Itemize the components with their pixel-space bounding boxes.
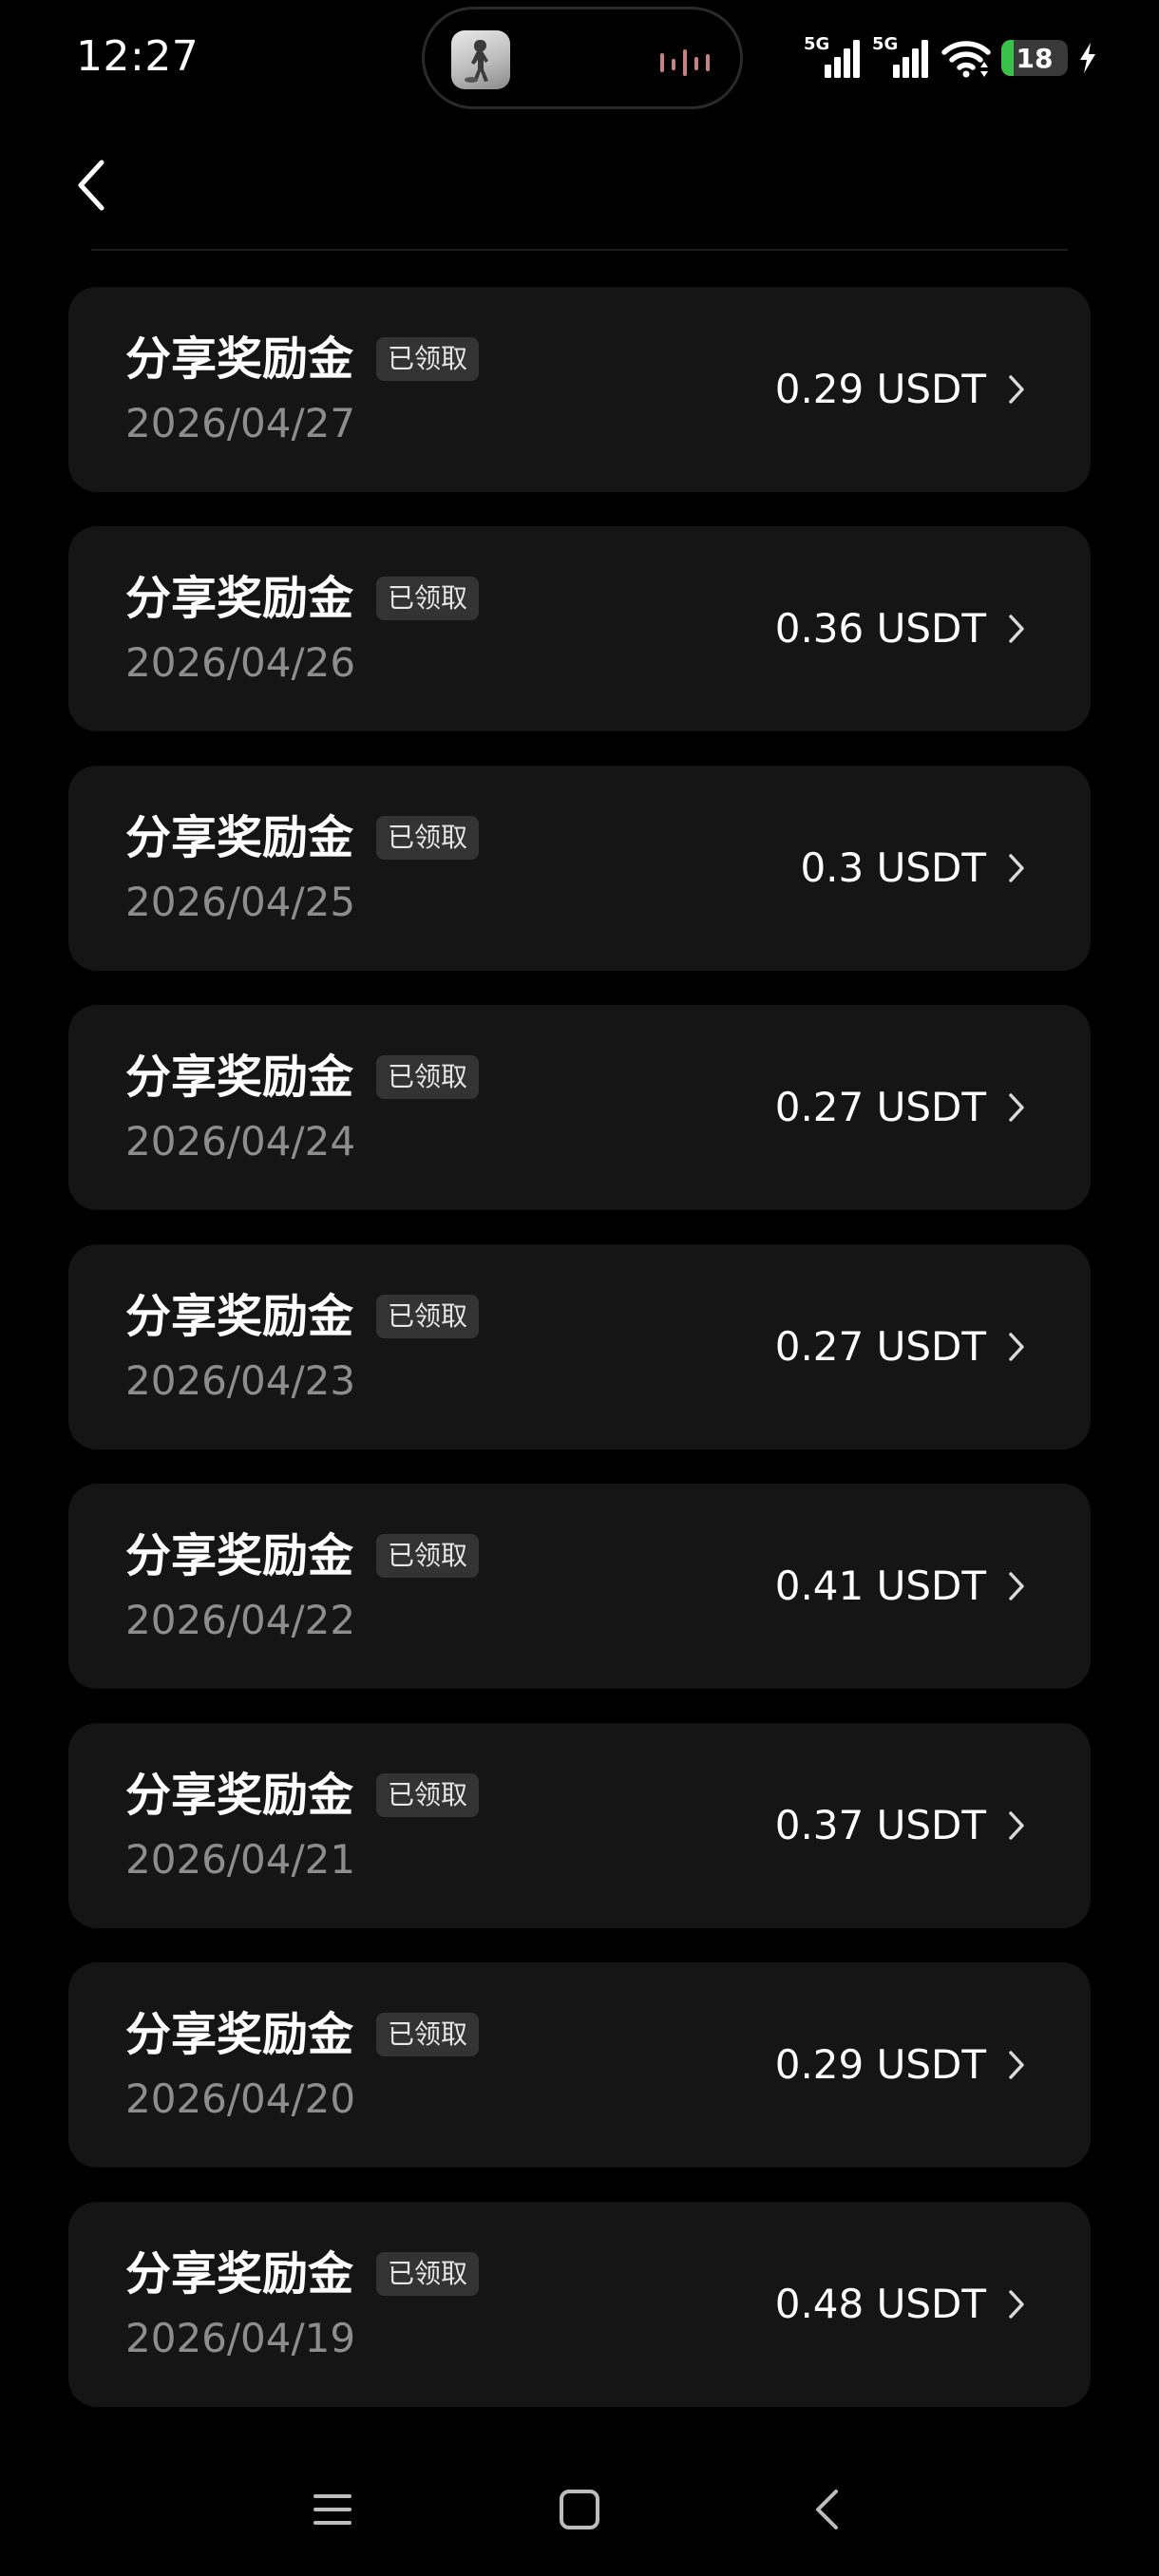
reward-date: 2026/04/22 [125, 1597, 356, 1643]
reward-list-item[interactable]: 分享奖励金 已领取 2026/04/21 0.37 USDT [68, 1723, 1091, 1928]
chevron-left-icon [78, 160, 104, 211]
battery-level: 18 [1016, 42, 1054, 74]
status-badge: 已领取 [376, 2252, 480, 2296]
status-badge: 已领取 [376, 2013, 480, 2056]
reward-title-row: 分享奖励金 已领取 [125, 811, 480, 864]
reward-title: 分享奖励金 [125, 1529, 354, 1582]
battery-fill [1001, 40, 1014, 76]
chevron-right-icon [1009, 2051, 1024, 2079]
chevron-right-icon [1009, 1572, 1024, 1601]
reward-date: 2026/04/21 [125, 1836, 356, 1883]
status-badge: 已领取 [376, 816, 480, 860]
back-button[interactable] [63, 152, 120, 218]
reward-title: 分享奖励金 [125, 572, 354, 625]
reward-date: 2026/04/26 [125, 639, 356, 686]
back-icon [816, 2490, 838, 2529]
reward-list-item[interactable]: 分享奖励金 已领取 2026/04/27 0.29 USDT [68, 287, 1091, 492]
chevron-right-icon [1009, 854, 1024, 882]
reward-list-item[interactable]: 分享奖励金 已领取 2026/04/25 0.3 USDT [68, 766, 1091, 971]
system-nav-bar [0, 2451, 1159, 2565]
wifi-icon [941, 41, 991, 78]
reward-title-row: 分享奖励金 已领取 [125, 2008, 480, 2061]
reward-title: 分享奖励金 [125, 811, 354, 864]
chevron-right-icon [1009, 1093, 1024, 1122]
reward-title-row: 分享奖励金 已领取 [125, 332, 480, 386]
reward-title: 分享奖励金 [125, 1290, 354, 1343]
reward-amount-group: 0.41 USDT [775, 1484, 1026, 1689]
reward-amount: 0.36 USDT [774, 605, 986, 652]
reward-list-item[interactable]: 分享奖励金 已领取 2026/04/20 0.29 USDT [68, 1962, 1091, 2168]
reward-title: 分享奖励金 [125, 2008, 354, 2061]
home-button[interactable] [542, 2472, 618, 2548]
home-icon [560, 2490, 599, 2529]
reward-amount-group: 0.27 USDT [775, 1244, 1026, 1449]
cellular-signal-icon: 5G [872, 36, 931, 80]
reward-title-row: 分享奖励金 已领取 [125, 1051, 480, 1104]
chevron-right-icon [1009, 375, 1024, 404]
menu-button[interactable] [294, 2472, 370, 2548]
reward-amount: 0.37 USDT [774, 1802, 986, 1848]
system-back-button[interactable] [788, 2472, 864, 2548]
audio-wave-icon [660, 49, 710, 76]
status-badge: 已领取 [376, 337, 480, 381]
battery-icon: 18 [1001, 40, 1068, 76]
reward-title-row: 分享奖励金 已领取 [125, 2247, 480, 2301]
reward-amount-group: 0.29 USDT [775, 1962, 1026, 2168]
reward-list-item[interactable]: 分享奖励金 已领取 2026/04/26 0.36 USDT [68, 526, 1091, 731]
reward-title-row: 分享奖励金 已领取 [125, 1529, 480, 1582]
status-badge: 已领取 [376, 1773, 480, 1817]
reward-date: 2026/04/27 [125, 400, 356, 446]
reward-amount-group: 0.48 USDT [775, 2202, 1026, 2407]
reward-title: 分享奖励金 [125, 2247, 354, 2301]
reward-list-item[interactable]: 分享奖励金 已领取 2026/04/24 0.27 USDT [68, 1005, 1091, 1210]
reward-title-row: 分享奖励金 已领取 [125, 572, 480, 625]
reward-list: 分享奖励金 已领取 2026/04/27 0.29 USDT 分享奖励金 已领取… [68, 287, 1091, 2441]
status-icons: 5G 5G 18 [804, 34, 1098, 82]
reward-title: 分享奖励金 [125, 332, 354, 386]
reward-date: 2026/04/19 [125, 2315, 356, 2361]
reward-list-item[interactable]: 分享奖励金 已领取 2026/04/19 0.48 USDT [68, 2202, 1091, 2407]
reward-date: 2026/04/25 [125, 879, 356, 925]
reward-title: 分享奖励金 [125, 1051, 354, 1104]
dynamic-island[interactable] [422, 7, 743, 109]
reward-list-item[interactable]: 分享奖励金 已领取 2026/04/23 0.27 USDT [68, 1244, 1091, 1449]
status-time: 12:27 [76, 32, 200, 81]
chevron-right-icon [1009, 1811, 1024, 1840]
reward-date: 2026/04/23 [125, 1357, 356, 1404]
reward-amount: 0.41 USDT [774, 1563, 986, 1609]
charging-bolt-icon [1080, 43, 1095, 73]
status-badge: 已领取 [376, 1295, 480, 1338]
reward-amount-group: 0.29 USDT [775, 287, 1026, 492]
reward-amount-group: 0.36 USDT [775, 526, 1026, 731]
reward-date: 2026/04/24 [125, 1118, 356, 1165]
cellular-signal-icon: 5G [804, 36, 863, 80]
reward-amount-group: 0.27 USDT [775, 1005, 1026, 1210]
reward-list-item[interactable]: 分享奖励金 已领取 2026/04/22 0.41 USDT [68, 1484, 1091, 1689]
reward-amount: 0.27 USDT [774, 1084, 986, 1130]
reward-title-row: 分享奖励金 已领取 [125, 1769, 480, 1822]
reward-amount: 0.29 USDT [774, 2041, 986, 2088]
chevron-right-icon [1009, 615, 1024, 643]
reward-title-row: 分享奖励金 已领取 [125, 1290, 480, 1343]
status-bar: 12:27 5G 5G 18 [0, 0, 1159, 123]
app-icon [451, 30, 510, 89]
menu-icon [314, 2494, 352, 2525]
chevron-right-icon [1009, 2290, 1024, 2319]
status-badge: 已领取 [376, 1055, 480, 1099]
reward-title: 分享奖励金 [125, 1769, 354, 1822]
reward-amount: 0.48 USDT [774, 2281, 986, 2327]
reward-amount: 0.29 USDT [774, 366, 986, 412]
reward-amount: 0.27 USDT [774, 1323, 986, 1370]
status-badge: 已领取 [376, 577, 480, 620]
status-badge: 已领取 [376, 1534, 480, 1578]
header-divider [91, 249, 1068, 251]
reward-date: 2026/04/20 [125, 2075, 356, 2122]
reward-amount-group: 0.37 USDT [775, 1723, 1026, 1928]
chevron-right-icon [1009, 1333, 1024, 1361]
reward-amount: 0.3 USDT [800, 844, 986, 891]
reward-amount-group: 0.3 USDT [800, 766, 1026, 971]
